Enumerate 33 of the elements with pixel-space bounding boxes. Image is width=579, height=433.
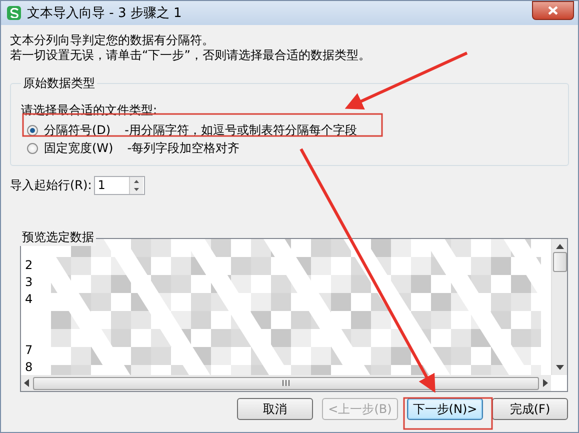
description-text: 文本分列向导判定您的数据有分隔符。	[10, 33, 215, 48]
dialog-button[interactable]: 完成(F)	[492, 398, 568, 420]
row-number: 2	[25, 258, 33, 272]
option-hint: -用分隔字符，如逗号或制表符分隔每个字段	[124, 122, 357, 139]
left-arrow-icon[interactable]	[23, 379, 29, 387]
app-logo-icon	[7, 6, 21, 20]
start-row-spinbox[interactable]: 1	[94, 176, 145, 195]
scroll-thumb[interactable]	[552, 252, 566, 272]
right-arrow-icon[interactable]	[543, 379, 549, 387]
dialog-button[interactable]: 取消	[237, 398, 313, 420]
radio-label[interactable]: 分隔符号(D)	[44, 122, 111, 139]
radio-button[interactable]	[27, 143, 38, 154]
row-number: 7	[25, 342, 33, 356]
close-icon[interactable]	[548, 6, 558, 15]
close-button[interactable]	[532, 1, 574, 20]
field-label: 导入起始行(R):	[10, 177, 92, 194]
scroll-thumb[interactable]	[33, 376, 539, 390]
row-number: 4	[25, 292, 33, 306]
vertical-scrollbar[interactable]	[551, 239, 567, 375]
description-text: 若一切设置无误，请单击“下一步”，否则请选择最合适的数据类型。	[10, 48, 372, 63]
window-title: 文本导入向导 - 3 步骤之 1	[27, 5, 183, 22]
radio-button[interactable]	[27, 125, 38, 136]
radio-label[interactable]: 固定宽度(W)	[44, 140, 114, 157]
up-arrow-icon[interactable]	[556, 243, 564, 249]
row-number: 8	[25, 360, 33, 374]
group-title: 原始数据类型	[22, 75, 96, 92]
horizontal-scrollbar[interactable]	[21, 375, 551, 391]
option-hint: -每列字段加空格对齐	[127, 140, 240, 157]
group-title: 预览选定数据	[20, 229, 96, 246]
grip-icon	[282, 380, 290, 386]
row-number: 3	[25, 274, 33, 288]
dialog-button[interactable]: 下一步(N)>	[407, 398, 483, 420]
down-arrow-icon[interactable]	[556, 365, 564, 371]
